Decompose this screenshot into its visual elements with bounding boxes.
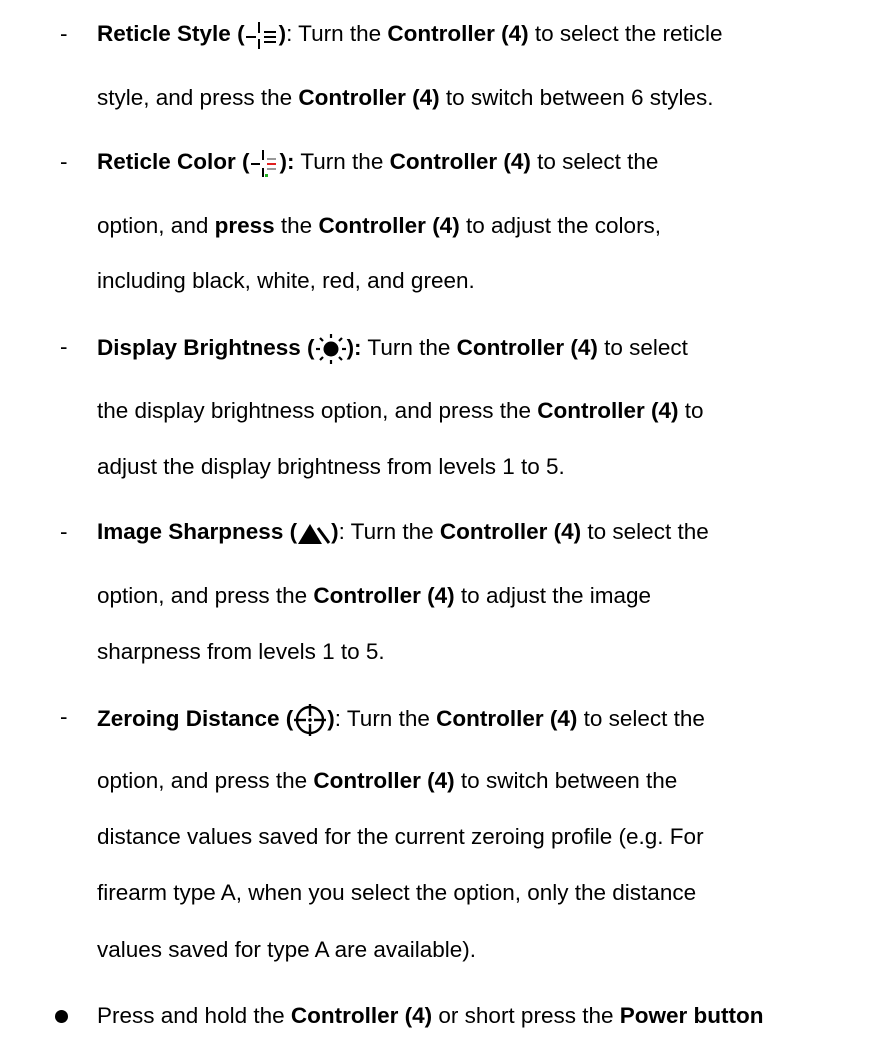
list-dash: - xyxy=(60,149,68,174)
brightness-line-3: adjust the display brightness from level… xyxy=(97,454,565,479)
reticle-color-line-3: including black, white, red, and green. xyxy=(97,268,475,293)
zeroing-title: Zeroing Distance ( xyxy=(97,705,294,731)
bullet-dot xyxy=(55,1010,68,1023)
zeroing-line-2: option, and press the Controller (4) to … xyxy=(97,768,678,793)
brightness-line-1: Display Brightness ( ): Turn the Control… xyxy=(97,333,688,365)
brightness-title: Display Brightness ( xyxy=(97,334,315,360)
reticle-style-title: Reticle Style ( xyxy=(97,21,245,46)
zeroing-line-4: firearm type A, when you select the opti… xyxy=(97,880,697,905)
reticle-color-title: Reticle Color ( xyxy=(97,149,250,174)
zeroing-line-1: Zeroing Distance ( ): Turn the Controlle… xyxy=(97,703,705,737)
reticle-color-line-1: Reticle Color ( ): Turn the Controller (… xyxy=(97,148,658,178)
brightness-sun-icon xyxy=(315,333,347,365)
reticle-color-icon xyxy=(250,148,280,178)
brightness-line-2: the display brightness option, and press… xyxy=(97,398,704,423)
manual-page: - Reticle Style ( ): Turn the Controller… xyxy=(0,0,891,1043)
reticle-style-icon xyxy=(245,20,279,50)
sharpness-line-3: sharpness from levels 1 to 5. xyxy=(97,639,385,664)
zeroing-line-3: distance values saved for the current ze… xyxy=(97,824,704,849)
list-dash: - xyxy=(60,519,68,544)
reticle-color-line-2: option, and press the Controller (4) to … xyxy=(97,213,662,238)
reticle-style-line-1: Reticle Style ( ): Turn the Controller (… xyxy=(97,20,722,50)
reticle-style-line-2: style, and press the Controller (4) to s… xyxy=(97,85,714,110)
final-bullet-line: Press and hold the Controller (4) or sho… xyxy=(97,1003,764,1028)
list-dash: - xyxy=(60,21,68,46)
sharpness-mountain-icon xyxy=(297,521,331,545)
zeroing-crosshair-icon xyxy=(293,703,327,737)
list-dash: - xyxy=(60,704,68,729)
sharpness-line-2: option, and press the Controller (4) to … xyxy=(97,583,652,608)
sharpness-title: Image Sharpness ( xyxy=(97,519,298,544)
sharpness-line-1: Image Sharpness ( ): Turn the Controller… xyxy=(97,519,709,545)
zeroing-line-5: values saved for type A are available). xyxy=(97,937,476,962)
list-dash: - xyxy=(60,334,68,359)
